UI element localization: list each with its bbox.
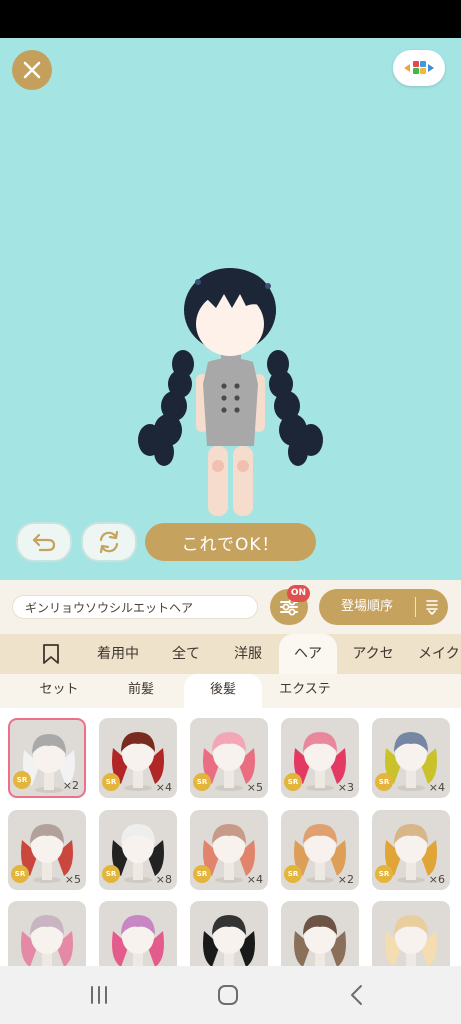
rarity-badge: SR bbox=[284, 865, 302, 883]
sort-order-label: 登場順序 bbox=[340, 599, 393, 614]
hair-thumbnail bbox=[112, 915, 164, 966]
hair-item-card[interactable]: SR ×6 bbox=[372, 810, 450, 890]
tab-bookmark[interactable] bbox=[28, 634, 74, 674]
rarity-badge: SR bbox=[11, 865, 29, 883]
category-tabs: 着用中 全て 洋服 ヘア アクセ メイク bbox=[0, 634, 461, 674]
hair-item-card[interactable]: SR ×2 bbox=[281, 810, 359, 890]
hair-item-card[interactable]: SR ×5 bbox=[8, 810, 86, 890]
item-name: ギンリョウソウシルエットヘア bbox=[25, 601, 194, 615]
hair-item-card[interactable] bbox=[190, 901, 268, 966]
hair-item-card[interactable]: SR ×4 bbox=[99, 718, 177, 798]
undo-icon bbox=[32, 533, 56, 552]
rarity-badge: SR bbox=[193, 773, 211, 791]
hair-item-card[interactable] bbox=[8, 901, 86, 966]
subtab-extension[interactable]: エクステ bbox=[270, 674, 340, 706]
subtab-set[interactable]: セット bbox=[24, 674, 94, 706]
item-count: ×4 bbox=[428, 781, 445, 794]
hair-item-card[interactable]: SR ×5 bbox=[190, 718, 268, 798]
item-count: ×6 bbox=[428, 873, 445, 886]
item-count: ×4 bbox=[155, 781, 172, 794]
undo-button[interactable] bbox=[16, 522, 72, 562]
item-count: ×2 bbox=[62, 779, 79, 792]
hair-thumbnail bbox=[385, 915, 437, 966]
item-count: ×5 bbox=[246, 781, 263, 794]
refresh-icon bbox=[99, 530, 119, 554]
bookmark-icon bbox=[43, 644, 59, 664]
hair-thumbnail bbox=[294, 915, 346, 966]
item-count: ×4 bbox=[246, 873, 263, 886]
hair-thumbnail bbox=[203, 915, 255, 966]
confirm-ok-label: これでOK！ bbox=[181, 534, 280, 555]
hair-item-card[interactable]: SR ×2 bbox=[8, 718, 86, 798]
tab-accessory[interactable]: アクセ bbox=[343, 634, 403, 674]
sort-divider bbox=[415, 597, 416, 617]
hair-item-card[interactable]: SR ×4 bbox=[190, 810, 268, 890]
system-nav-bar bbox=[0, 966, 461, 1024]
sort-order-button[interactable]: 登場順序 bbox=[319, 589, 448, 625]
item-count: ×2 bbox=[337, 873, 354, 886]
hair-item-card[interactable]: SR ×4 bbox=[372, 718, 450, 798]
rarity-badge: SR bbox=[375, 773, 393, 791]
rarity-badge: SR bbox=[13, 771, 31, 789]
hair-thumbnail bbox=[21, 915, 73, 966]
tab-all[interactable]: 全て bbox=[160, 634, 212, 674]
item-count: ×3 bbox=[337, 781, 354, 794]
close-icon bbox=[23, 61, 41, 79]
avatar-figure bbox=[138, 268, 323, 516]
tab-clothes[interactable]: 洋服 bbox=[222, 634, 274, 674]
background-select-button[interactable] bbox=[393, 50, 445, 86]
item-count: ×5 bbox=[64, 873, 81, 886]
home-icon[interactable] bbox=[216, 983, 240, 1007]
tab-makeup[interactable]: メイク bbox=[418, 634, 461, 674]
rarity-badge: SR bbox=[102, 773, 120, 791]
reset-button[interactable] bbox=[81, 522, 137, 562]
subtab-back-hair[interactable]: 後髪 bbox=[184, 674, 262, 708]
tab-hair[interactable]: ヘア bbox=[279, 634, 337, 674]
rarity-badge: SR bbox=[375, 865, 393, 883]
rarity-badge: SR bbox=[102, 865, 120, 883]
subtab-front-hair[interactable]: 前髪 bbox=[108, 674, 174, 706]
confirm-ok-button[interactable]: これでOK！ bbox=[145, 523, 316, 561]
item-info-bar: ギンリョウソウシルエットヘア ON 登場順序 bbox=[0, 580, 461, 634]
tab-wearing[interactable]: 着用中 bbox=[86, 634, 150, 674]
hair-item-card[interactable] bbox=[281, 901, 359, 966]
filter-on-badge: ON bbox=[287, 585, 310, 602]
item-count: ×8 bbox=[155, 873, 172, 886]
status-bar bbox=[0, 0, 461, 38]
item-name-field: ギンリョウソウシルエットヘア bbox=[12, 595, 258, 619]
recents-icon[interactable] bbox=[88, 984, 110, 1006]
sort-order-icon[interactable] bbox=[419, 589, 445, 625]
rarity-badge: SR bbox=[284, 773, 302, 791]
close-button[interactable] bbox=[12, 50, 52, 90]
avatar-stage: これでOK！ bbox=[0, 38, 461, 580]
item-grid: SR ×2 SR ×4 SR ×5 SR ×3 SR ×4 SR ×5 SR ×8 SR ×4 SR ×2 SR ×6 bbox=[0, 708, 461, 966]
palette-icon bbox=[404, 61, 434, 74]
hair-item-card[interactable] bbox=[372, 901, 450, 966]
hair-subtabs: セット 前髪 後髪 エクステ bbox=[0, 674, 461, 708]
hair-item-card[interactable]: SR ×3 bbox=[281, 718, 359, 798]
hair-item-card[interactable]: SR ×8 bbox=[99, 810, 177, 890]
rarity-badge: SR bbox=[193, 865, 211, 883]
back-icon[interactable] bbox=[348, 983, 366, 1007]
hair-item-card[interactable] bbox=[99, 901, 177, 966]
